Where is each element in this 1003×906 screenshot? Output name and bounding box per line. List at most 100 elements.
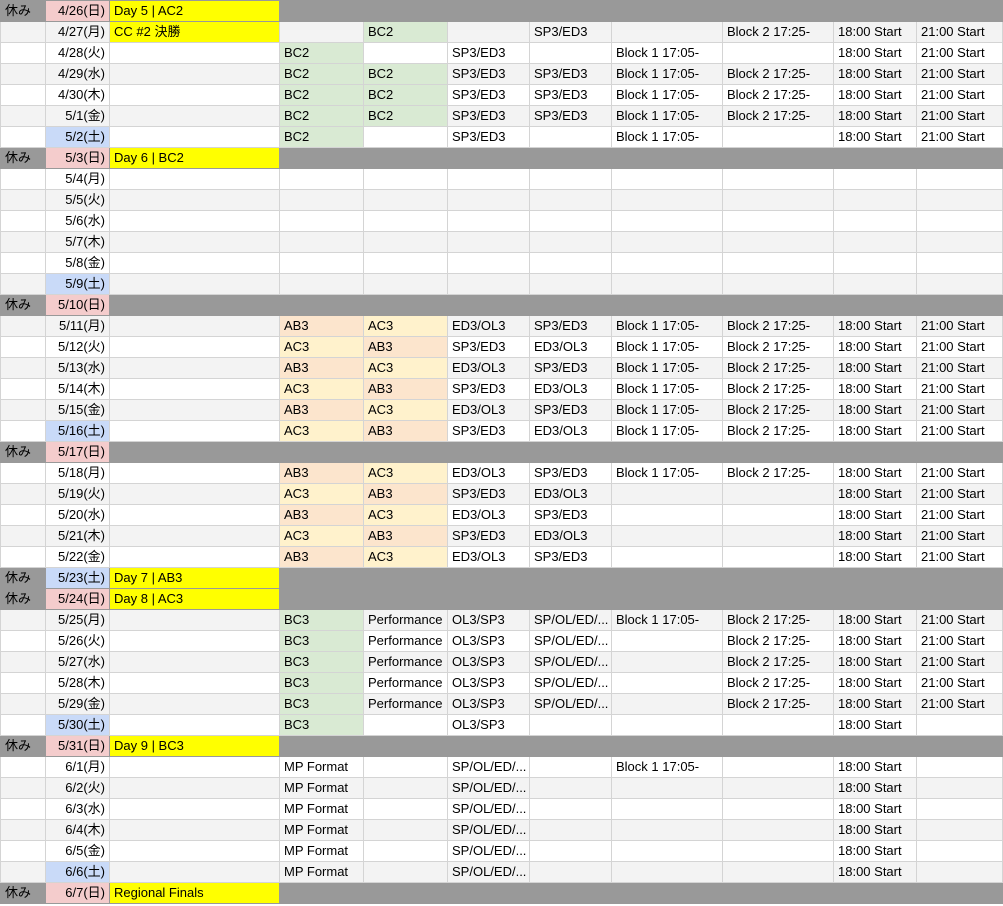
block-1-cell[interactable] [611, 210, 723, 232]
rest-cell[interactable] [0, 357, 46, 379]
block-1-cell[interactable] [611, 693, 723, 715]
lane-2-cell[interactable] [363, 231, 448, 253]
block-2-cell[interactable] [722, 756, 834, 778]
event-cell[interactable]: Regional Finals [109, 882, 280, 904]
lane-1-cell[interactable]: BC3 [279, 672, 364, 694]
block-1-cell[interactable] [611, 840, 723, 862]
start-1800-cell[interactable] [833, 567, 917, 589]
date-cell[interactable]: 6/3(水) [45, 798, 110, 820]
lane-4-cell[interactable]: ED3/OL3 [529, 483, 612, 505]
event-cell[interactable] [109, 42, 280, 64]
start-1800-cell[interactable]: 18:00 Start [833, 819, 917, 841]
lane-3-cell[interactable]: ED3/OL3 [447, 357, 530, 379]
block-2-cell[interactable] [722, 273, 834, 295]
lane-4-cell[interactable]: ED3/OL3 [529, 525, 612, 547]
lane-4-cell[interactable]: SP3/ED3 [529, 84, 612, 106]
rest-cell[interactable] [0, 798, 46, 820]
lane-2-cell[interactable]: BC2 [363, 84, 448, 106]
date-cell[interactable]: 4/26(日) [45, 0, 110, 22]
start-1800-cell[interactable]: 18:00 Start [833, 126, 917, 148]
lane-1-cell[interactable]: BC2 [279, 126, 364, 148]
rest-cell[interactable] [0, 210, 46, 232]
rest-cell[interactable] [0, 840, 46, 862]
date-cell[interactable]: 6/2(火) [45, 777, 110, 799]
lane-4-cell[interactable] [529, 861, 612, 883]
block-1-cell[interactable]: Block 1 17:05- [611, 399, 723, 421]
start-2100-cell[interactable] [916, 294, 1003, 316]
block-1-cell[interactable] [611, 630, 723, 652]
lane-1-cell[interactable]: BC3 [279, 630, 364, 652]
rest-cell[interactable]: 休み [0, 588, 46, 610]
date-cell[interactable]: 6/7(日) [45, 882, 110, 904]
block-2-cell[interactable] [722, 588, 834, 610]
block-2-cell[interactable] [722, 0, 834, 22]
lane-3-cell[interactable] [447, 882, 530, 904]
date-cell[interactable]: 4/30(木) [45, 84, 110, 106]
start-1800-cell[interactable]: 18:00 Start [833, 462, 917, 484]
event-cell[interactable] [109, 483, 280, 505]
lane-2-cell[interactable] [363, 252, 448, 274]
lane-3-cell[interactable]: OL3/SP3 [447, 630, 530, 652]
lane-3-cell[interactable] [447, 735, 530, 757]
lane-4-cell[interactable] [529, 441, 612, 463]
lane-1-cell[interactable]: MP Format [279, 819, 364, 841]
block-2-cell[interactable] [722, 147, 834, 169]
start-2100-cell[interactable]: 21:00 Start [916, 630, 1003, 652]
lane-1-cell[interactable] [279, 231, 364, 253]
event-cell[interactable]: Day 6 | BC2 [109, 147, 280, 169]
lane-4-cell[interactable] [529, 567, 612, 589]
lane-1-cell[interactable]: BC2 [279, 63, 364, 85]
event-cell[interactable] [109, 819, 280, 841]
lane-4-cell[interactable]: SP/OL/ED/... [529, 693, 612, 715]
date-cell[interactable]: 5/19(火) [45, 483, 110, 505]
lane-2-cell[interactable] [363, 777, 448, 799]
start-2100-cell[interactable]: 21:00 Start [916, 672, 1003, 694]
event-cell[interactable] [109, 126, 280, 148]
lane-4-cell[interactable] [529, 735, 612, 757]
rest-cell[interactable] [0, 231, 46, 253]
lane-4-cell[interactable] [529, 42, 612, 64]
start-2100-cell[interactable]: 21:00 Start [916, 504, 1003, 526]
block-2-cell[interactable] [722, 798, 834, 820]
date-cell[interactable]: 5/31(日) [45, 735, 110, 757]
event-cell[interactable] [109, 525, 280, 547]
lane-3-cell[interactable]: SP/OL/ED/... [447, 756, 530, 778]
lane-3-cell[interactable]: SP3/ED3 [447, 525, 530, 547]
start-1800-cell[interactable] [833, 735, 917, 757]
event-cell[interactable] [109, 504, 280, 526]
event-cell[interactable] [109, 777, 280, 799]
lane-1-cell[interactable]: BC2 [279, 42, 364, 64]
lane-4-cell[interactable] [529, 252, 612, 274]
lane-3-cell[interactable]: SP3/ED3 [447, 84, 530, 106]
rest-cell[interactable] [0, 861, 46, 883]
lane-3-cell[interactable] [447, 210, 530, 232]
lane-2-cell[interactable]: Performance [363, 672, 448, 694]
start-1800-cell[interactable]: 18:00 Start [833, 525, 917, 547]
start-2100-cell[interactable]: 21:00 Start [916, 651, 1003, 673]
block-1-cell[interactable]: Block 1 17:05- [611, 42, 723, 64]
block-1-cell[interactable]: Block 1 17:05- [611, 126, 723, 148]
lane-3-cell[interactable]: OL3/SP3 [447, 714, 530, 736]
event-cell[interactable] [109, 336, 280, 358]
lane-4-cell[interactable] [529, 756, 612, 778]
lane-1-cell[interactable] [279, 189, 364, 211]
start-2100-cell[interactable]: 21:00 Start [916, 609, 1003, 631]
lane-3-cell[interactable]: SP3/ED3 [447, 483, 530, 505]
event-cell[interactable] [109, 63, 280, 85]
lane-2-cell[interactable] [363, 168, 448, 190]
start-1800-cell[interactable]: 18:00 Start [833, 483, 917, 505]
lane-2-cell[interactable]: AC3 [363, 357, 448, 379]
event-cell[interactable]: CC #2 決勝 [109, 21, 280, 43]
lane-1-cell[interactable]: MP Format [279, 777, 364, 799]
event-cell[interactable] [109, 714, 280, 736]
lane-4-cell[interactable]: SP3/ED3 [529, 546, 612, 568]
block-1-cell[interactable] [611, 714, 723, 736]
rest-cell[interactable] [0, 336, 46, 358]
lane-3-cell[interactable] [447, 294, 530, 316]
lane-2-cell[interactable]: BC2 [363, 63, 448, 85]
start-1800-cell[interactable] [833, 882, 917, 904]
event-cell[interactable] [109, 609, 280, 631]
start-2100-cell[interactable] [916, 567, 1003, 589]
lane-4-cell[interactable] [529, 714, 612, 736]
lane-1-cell[interactable]: AC3 [279, 336, 364, 358]
